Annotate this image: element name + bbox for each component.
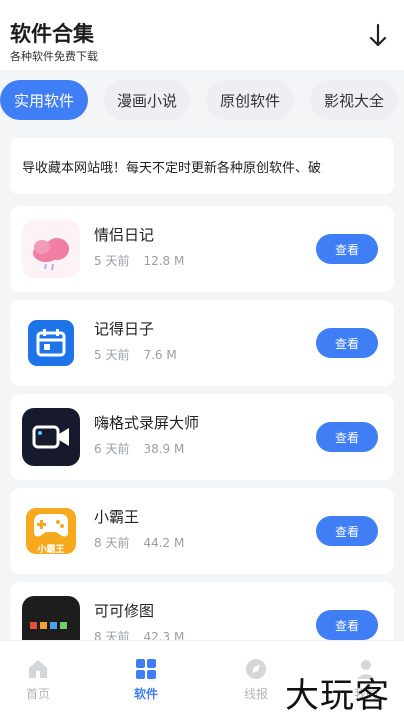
page-title: 软件合集	[10, 22, 94, 46]
view-button[interactable]: 查看	[316, 516, 378, 546]
app-name: 记得日子	[94, 320, 155, 338]
nav-home[interactable]: 首页	[8, 657, 68, 707]
app-size: 12.8 M	[143, 254, 185, 268]
home-icon	[26, 657, 50, 681]
calendar-icon	[22, 314, 80, 372]
app-name: 嗨格式录屏大师	[94, 414, 200, 432]
app-name: 小霸王	[94, 508, 140, 526]
app-icon-text: 小霸王	[37, 545, 65, 555]
app-size: 38.9 M	[143, 442, 185, 456]
app-meta: 6 天前 38.9 M	[94, 440, 184, 457]
gamepad-icon: 小霸王	[22, 502, 80, 560]
app-meta: 5 天前 7.6 M	[94, 346, 177, 363]
nav-software[interactable]: 软件	[116, 657, 176, 707]
app-size: 7.6 M	[143, 348, 177, 362]
app-updated: 8 天前	[94, 536, 130, 550]
grid-icon	[134, 657, 158, 681]
app-name: 情侣日记	[94, 226, 155, 244]
view-button[interactable]: 查看	[316, 234, 378, 264]
nav-deals[interactable]: 线报	[226, 657, 286, 707]
app-name: 可可修图	[94, 602, 155, 620]
nav-label: 首页	[25, 687, 50, 701]
app-meta: 5 天前 12.8 M	[94, 252, 184, 269]
view-button[interactable]: 查看	[316, 328, 378, 358]
download-arrow-icon[interactable]	[366, 22, 390, 50]
app-size: 44.2 M	[143, 536, 185, 550]
category-tabs: 实用软件 漫画小说 原创软件 影视大全	[0, 80, 404, 122]
app-card[interactable]: 小霸王 小霸王 8 天前 44.2 M 查看	[10, 488, 394, 574]
tab-comics-novels[interactable]: 漫画小说	[104, 80, 190, 120]
nav-label: 线报	[243, 687, 268, 701]
app-card[interactable]: 情侣日记 5 天前 12.8 M 查看	[10, 206, 394, 292]
watermark-logo: 大玩客	[285, 676, 390, 716]
app-card[interactable]: 嗨格式录屏大师 6 天前 38.9 M 查看	[10, 394, 394, 480]
tab-movies[interactable]: 影视大全	[310, 80, 398, 120]
cloud-heart-icon	[22, 220, 80, 278]
video-camera-icon	[22, 408, 80, 466]
app-meta: 8 天前 44.2 M	[94, 534, 184, 551]
notice-banner: 导收藏本网站哦！每天不定时更新各种原创软件、破	[10, 138, 394, 194]
view-button[interactable]: 查看	[316, 422, 378, 452]
app-updated: 6 天前	[94, 442, 130, 456]
nav-label: 软件	[133, 687, 158, 701]
app-updated: 5 天前	[94, 348, 130, 362]
tab-original-software[interactable]: 原创软件	[206, 80, 294, 120]
tab-practical-software[interactable]: 实用软件	[0, 80, 88, 120]
page-subtitle: 各种软件免费下载	[10, 50, 98, 63]
app-header: 软件合集 各种软件免费下载	[0, 0, 404, 70]
view-button[interactable]: 查看	[316, 610, 378, 640]
notice-text: 导收藏本网站哦！每天不定时更新各种原创软件、破	[22, 161, 322, 176]
app-updated: 5 天前	[94, 254, 130, 268]
app-card[interactable]: 记得日子 5 天前 7.6 M 查看	[10, 300, 394, 386]
compass-icon	[244, 657, 268, 681]
